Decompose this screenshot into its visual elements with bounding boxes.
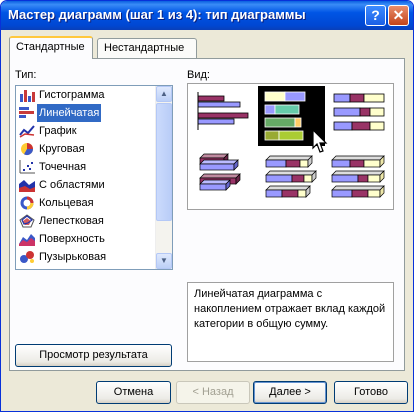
window-title: Мастер диаграмм (шаг 1 из 4): тип диагра…	[8, 7, 306, 22]
area-chart-icon	[19, 178, 35, 192]
finish-button[interactable]: Готово	[334, 381, 408, 404]
list-item-label: Поверхность	[39, 233, 105, 245]
list-item-radar[interactable]: Лепестковая	[17, 212, 157, 230]
list-item-label: Точечная	[39, 161, 87, 173]
back-button[interactable]: < Назад	[176, 381, 250, 404]
list-item-label: Линейчатая	[37, 104, 102, 122]
radar-chart-icon	[19, 214, 35, 228]
list-item-scatter[interactable]: Точечная	[17, 158, 157, 176]
subtype-3d-100-percent-stacked-bar[interactable]	[326, 148, 393, 208]
list-item-bubble[interactable]: Пузырьковая	[17, 248, 157, 266]
chart-wizard-window: Мастер диаграмм (шаг 1 из 4): тип диагра…	[0, 0, 414, 412]
surface-chart-icon	[19, 232, 35, 246]
list-scrollbar[interactable]: ▲ ▼	[155, 86, 172, 269]
cancel-button[interactable]: Отмена	[96, 381, 171, 404]
list-item-doughnut[interactable]: Кольцевая	[17, 194, 157, 212]
scroll-up-button[interactable]: ▲	[156, 86, 172, 102]
list-item-label: Пузырьковая	[39, 251, 107, 263]
subtype-3d-stacked-bar[interactable]	[258, 148, 325, 208]
line-chart-icon	[19, 124, 35, 138]
subtype-grid	[187, 83, 394, 210]
chart-type-list[interactable]: Гистограмма Линейчатая График Круговая Т…	[15, 85, 173, 270]
subtype-clustered-bar[interactable]	[190, 86, 257, 146]
column-chart-icon	[19, 88, 35, 102]
tab-standard[interactable]: Стандартные	[9, 36, 93, 59]
list-item-column[interactable]: Гистограмма	[17, 86, 157, 104]
pie-chart-icon	[19, 142, 35, 156]
bubble-chart-icon	[19, 250, 35, 264]
bar-chart-icon	[19, 106, 35, 120]
next-button[interactable]: Далее >	[253, 381, 327, 404]
list-item-surface[interactable]: Поверхность	[17, 230, 157, 248]
type-label: Тип:	[15, 69, 37, 81]
close-button[interactable]: ✕	[388, 5, 409, 26]
scroll-down-button[interactable]: ▼	[156, 253, 172, 269]
tab-custom[interactable]: Нестандартные	[97, 38, 197, 58]
doughnut-chart-icon	[19, 196, 35, 210]
scroll-thumb[interactable]	[156, 103, 172, 221]
list-item-label: Кольцевая	[39, 197, 94, 209]
list-item-label: С областями	[39, 179, 105, 191]
title-bar[interactable]: Мастер диаграмм (шаг 1 из 4): тип диагра…	[1, 1, 413, 30]
list-item-line[interactable]: График	[17, 122, 157, 140]
list-item-pie[interactable]: Круговая	[17, 140, 157, 158]
list-item-label: Гистограмма	[39, 89, 105, 101]
list-item-label: График	[39, 125, 77, 137]
view-label: Вид:	[187, 69, 210, 81]
chart-description: Линейчатая диаграмма с накоплением отраж…	[187, 282, 394, 362]
scatter-chart-icon	[19, 160, 35, 174]
list-item-label: Круговая	[39, 143, 85, 155]
subtype-3d-clustered-bar[interactable]	[190, 148, 257, 208]
subtype-100-percent-stacked-bar[interactable]	[326, 86, 393, 146]
list-item-bar[interactable]: Линейчатая	[17, 104, 157, 122]
list-item-label: Лепестковая	[39, 215, 104, 227]
preview-result-button[interactable]: Просмотр результата	[15, 344, 172, 367]
help-button[interactable]: ?	[365, 5, 386, 26]
mouse-pointer-icon	[312, 129, 328, 153]
list-item-area[interactable]: С областями	[17, 176, 157, 194]
